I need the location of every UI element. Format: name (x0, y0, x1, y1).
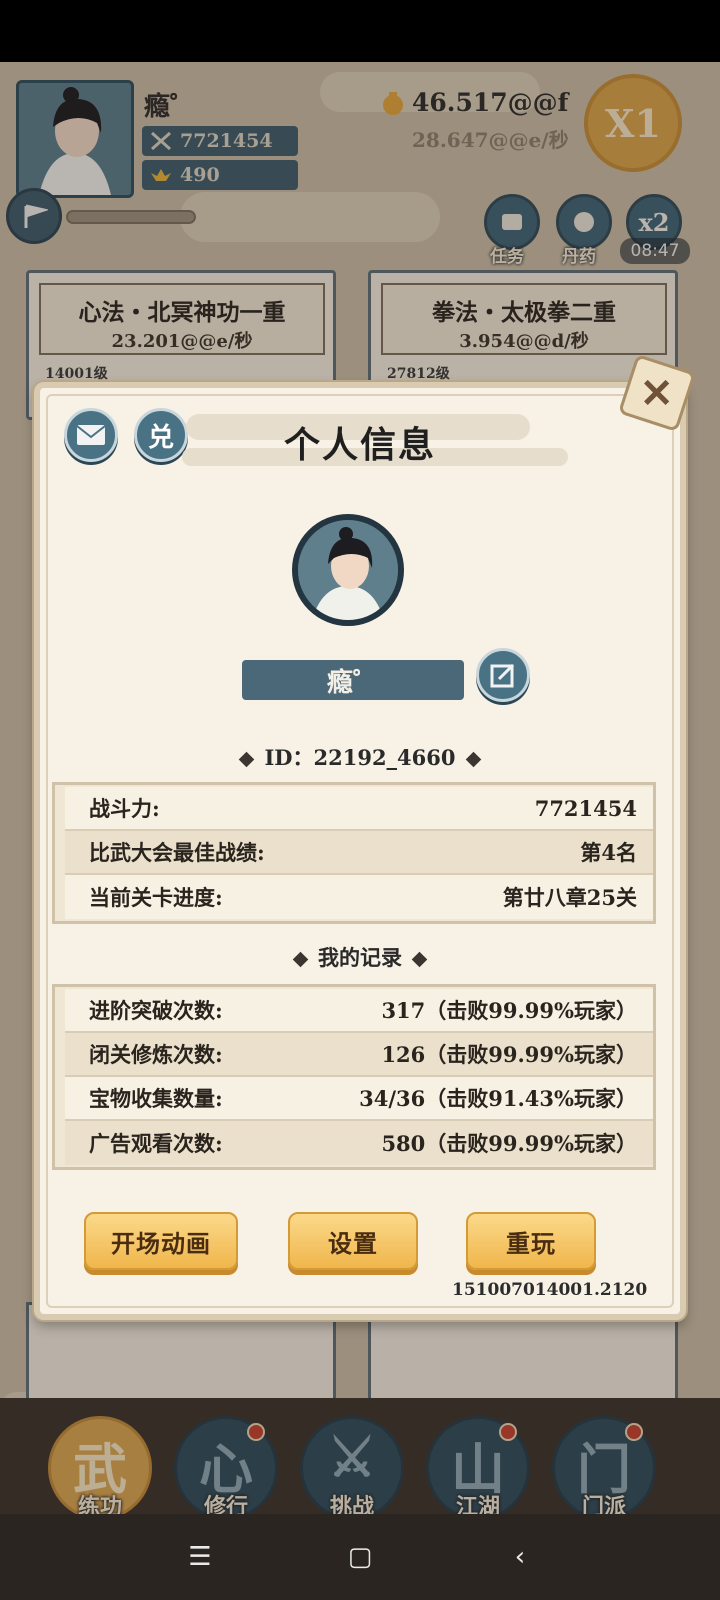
martial-icon: 武 (73, 1437, 127, 1501)
table-row: 广告观看次数: 580（击败99.99%玩家） (65, 1121, 653, 1165)
skill-title: 拳法・太极拳二重 (432, 299, 616, 326)
nav-practice[interactable]: 武 练功 (48, 1416, 152, 1514)
notification-dot (247, 1423, 265, 1441)
diamond-icon (465, 751, 481, 768)
notification-dot (625, 1423, 643, 1441)
dialog-title: 个人信息 (283, 424, 436, 466)
player-portrait-icon (19, 83, 131, 195)
intro-animation-button[interactable]: 开场动画 (84, 1212, 238, 1270)
stat-value: 第4名 (580, 840, 637, 865)
boost-timer: 08:47 (620, 238, 690, 264)
skill-level: 27812级 (387, 366, 450, 382)
player-id-line: ID：22192_4660 (0, 742, 720, 772)
record-value: 126（击败99.99%玩家） (381, 1042, 637, 1067)
speed-multiplier-button[interactable]: X1 (584, 74, 682, 172)
diamond-icon (411, 951, 428, 968)
menu-icon[interactable]: ☰ (180, 1542, 220, 1572)
gold-rate: 28.647@@e/秒 (412, 128, 569, 152)
settings-button[interactable]: 设置 (288, 1212, 418, 1270)
nav-cultivate[interactable]: 心 修行 (174, 1416, 278, 1514)
records-title: 我的记录 (318, 945, 402, 970)
diamond-icon (292, 951, 309, 968)
skill-rate: 23.201@@e/秒 (111, 331, 253, 352)
skill-title-plate: 心法・北冥神功一重 23.201@@e/秒 (39, 283, 325, 355)
nav-label: 挑战 (329, 1494, 374, 1514)
skill-title: 心法・北冥神功一重 (78, 299, 286, 326)
skill-rate: 3.954@@d/秒 (459, 331, 589, 352)
replay-button[interactable]: 重玩 (466, 1212, 596, 1270)
combat-power-value: 7721454 (180, 130, 273, 152)
combat-power-pill: 7721454 (142, 126, 298, 156)
notification-dot (499, 1423, 517, 1441)
stat-label: 当前关卡进度: (89, 885, 223, 910)
close-icon: ✕ (640, 369, 674, 417)
record-label: 广告观看次数: (89, 1131, 223, 1156)
cauldron-icon (574, 212, 594, 232)
player-avatar[interactable] (16, 80, 134, 198)
player-name: 瘾゜ (144, 92, 197, 122)
back-icon[interactable]: ‹ (500, 1542, 540, 1572)
rank-flag-button[interactable] (6, 188, 62, 244)
table-row: 比武大会最佳战绩: 第4名 (65, 831, 653, 875)
ingot-value: 490 (180, 164, 220, 186)
diamond-icon (239, 751, 255, 768)
edit-name-button[interactable] (476, 648, 530, 702)
character-portrait-icon (298, 520, 398, 620)
crossed-swords-icon (150, 131, 172, 151)
quest-label: 任务 (490, 247, 524, 267)
skill-title-plate: 拳法・太极拳二重 3.954@@d/秒 (381, 283, 667, 355)
profile-name: 瘾゜ (242, 660, 464, 700)
home-icon[interactable]: ▢ (340, 1542, 380, 1572)
scroll-icon (502, 214, 522, 230)
table-row: 战斗力: 7721454 (65, 787, 653, 831)
record-value: 34/36（击败91.43%玩家） (359, 1086, 637, 1111)
nav-sect[interactable]: 门 门派 (552, 1416, 656, 1514)
ingot-pill: 490 (142, 160, 298, 190)
stat-label: 战斗力: (89, 796, 160, 821)
system-navigation-bar: ☰ ▢ ‹ (0, 1514, 720, 1600)
profile-portrait (292, 514, 404, 626)
gold-ingot-icon (150, 165, 172, 185)
stat-value: 第廿八章25关 (502, 885, 637, 910)
nav-jianghu[interactable]: 山 江湖 (426, 1416, 530, 1514)
record-label: 进阶突破次数: (89, 998, 223, 1023)
nav-challenge[interactable]: ⚔ 挑战 (300, 1416, 404, 1514)
record-label: 闭关修炼次数: (89, 1042, 223, 1067)
stat-label: 比武大会最佳战绩: (89, 840, 265, 865)
stat-value: 7721454 (534, 795, 637, 821)
elixir-label: 丹药 (562, 247, 596, 267)
gold-bag-icon (383, 91, 403, 115)
gold-value: 46.517@@f (412, 88, 569, 117)
record-label: 宝物收集数量: (89, 1086, 223, 1111)
table-row: 当前关卡进度: 第廿八章25关 (65, 875, 653, 919)
records-table: 进阶突破次数: 317（击败99.99%玩家） 闭关修炼次数: 126（击败99… (52, 984, 656, 1170)
table-row: 闭关修炼次数: 126（击败99.99%玩家） (65, 1033, 653, 1077)
flag-icon (24, 204, 48, 228)
table-row: 宝物收集数量: 34/36（击败91.43%玩家） (65, 1077, 653, 1121)
records-heading: 我的记录 (0, 942, 720, 972)
gold-counter: 46.517@@f (380, 88, 568, 117)
stats-table: 战斗力: 7721454 比武大会最佳战绩: 第4名 当前关卡进度: 第廿八章2… (52, 782, 656, 924)
player-id: ID：22192_4660 (264, 745, 456, 770)
version-number: 151007014001.2120 (452, 1280, 648, 1300)
record-value: 317（击败99.99%玩家） (381, 998, 637, 1023)
skill-level: 14001级 (45, 366, 108, 382)
crossed-swords-icon: ⚔ (327, 1425, 377, 1489)
edit-icon (490, 663, 515, 688)
record-value: 580（击败99.99%玩家） (381, 1131, 637, 1156)
experience-bar (66, 210, 196, 224)
table-row: 进阶突破次数: 317（击败99.99%玩家） (65, 989, 653, 1033)
status-bar (0, 0, 720, 62)
bottom-navigation: 武 练功 心 修行 ⚔ 挑战 山 江湖 门 门派 (0, 1398, 720, 1514)
cloud-decoration (180, 192, 440, 242)
